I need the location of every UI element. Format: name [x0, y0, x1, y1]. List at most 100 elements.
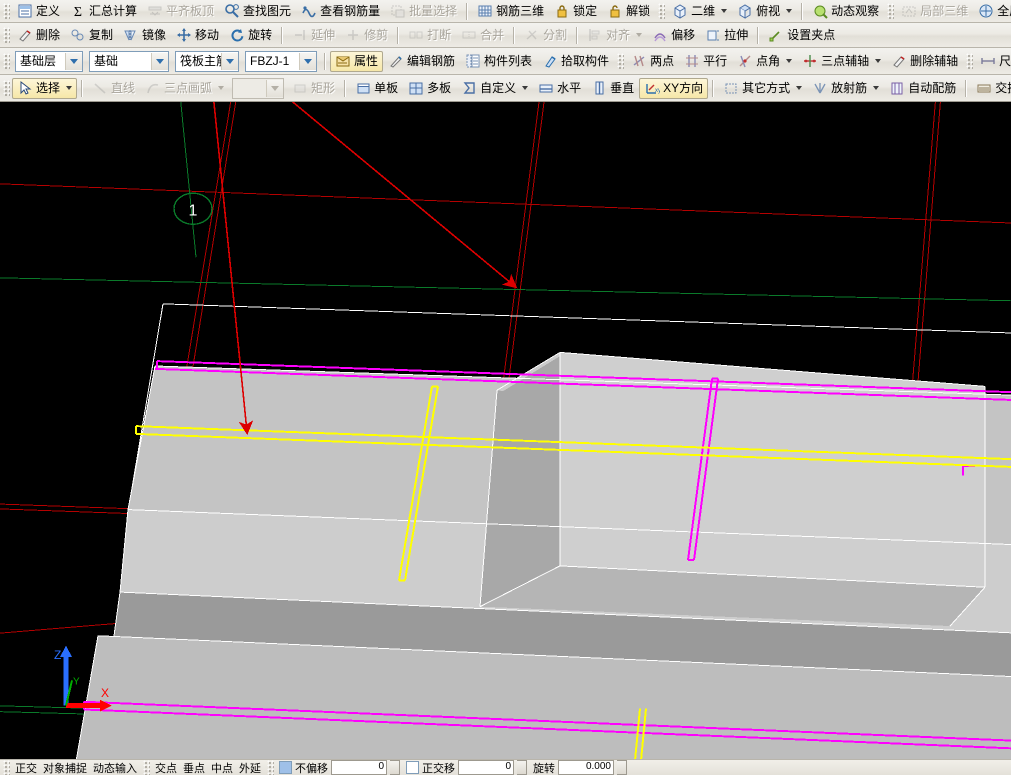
- toolbar-button-set-grip[interactable]: 设置夹点: [763, 25, 840, 46]
- toolbar-button-label: 水平: [557, 80, 582, 95]
- toolbar-button-vertical[interactable]: 垂直: [586, 78, 639, 99]
- toolbar-button-rebar-3d[interactable]: 钢筋三维: [472, 1, 549, 22]
- toolbar-grip[interactable]: [3, 53, 10, 69]
- statusbar-label: 中点: [211, 762, 233, 775]
- chevron-down-icon[interactable]: [796, 86, 803, 90]
- toolbar-button-label: 动态观察: [831, 3, 880, 18]
- toolbar-button-view-rebar-qty[interactable]: 查看钢筋量: [296, 1, 385, 22]
- element-type-combo-dropdown-arrow[interactable]: [221, 52, 238, 70]
- toolbar-button-batch-select: 批量选择: [385, 1, 462, 22]
- toolbar-button-component-list[interactable]: 构件列表: [460, 51, 537, 72]
- category-combo-dropdown-arrow[interactable]: [151, 52, 168, 70]
- toolbar-button-label: 合并: [480, 27, 505, 42]
- toolbar-button-label: 定义: [36, 3, 61, 18]
- toolbar-button-label: 全屏: [997, 3, 1011, 18]
- toolbar-button-swap-label[interactable]: 交换左右标注: [971, 78, 1011, 99]
- statusbar-ortho-offset-mode[interactable]: 正交移 0: [403, 760, 530, 775]
- toolbar-grip[interactable]: [617, 53, 625, 69]
- toolbar-button-parallel[interactable]: 平行: [679, 51, 732, 72]
- toolbar-grip[interactable]: [3, 27, 10, 43]
- toolbar-grip[interactable]: [966, 53, 974, 69]
- toolbar-grip[interactable]: [887, 3, 895, 19]
- statusbar-midpoint-snap[interactable]: 中点: [208, 761, 236, 775]
- toolbar-button-cube-2d[interactable]: 二维: [667, 1, 732, 22]
- toolbar-grip[interactable]: [3, 3, 10, 19]
- toolbar-button-other-method[interactable]: 其它方式: [718, 78, 807, 99]
- toolbar-grip[interactable]: [658, 3, 666, 19]
- toolbar-button-ruler[interactable]: 尺: [975, 51, 1011, 72]
- toolbar-button-horizontal[interactable]: 水平: [533, 78, 586, 99]
- toolbar-button-auto-rebar[interactable]: 自动配筋: [884, 78, 961, 99]
- no-offset-mode-field[interactable]: 0: [331, 760, 387, 775]
- toolbar-button-single-slab[interactable]: 单板: [350, 78, 403, 99]
- chevron-down-icon[interactable]: [721, 9, 728, 13]
- no-offset-mode-checkbox[interactable]: [279, 761, 292, 774]
- rotate-field-field[interactable]: 0.000: [558, 760, 614, 775]
- toolbar-button-unlock[interactable]: 解锁: [602, 1, 655, 22]
- toolbar-button-properties[interactable]: 属性: [330, 50, 384, 72]
- toolbar-grip[interactable]: [3, 80, 10, 96]
- statusbar-object-snap-toggle[interactable]: 对象捕捉: [40, 761, 90, 775]
- no-offset-mode-spinner[interactable]: [390, 760, 400, 775]
- floor-combo-dropdown-arrow[interactable]: [65, 52, 82, 70]
- toolbar-button-move[interactable]: 移动: [171, 25, 224, 46]
- toolbar-button-radial-rebar[interactable]: 放射筋: [807, 78, 884, 99]
- toolbar-button-copy[interactable]: 复制: [65, 25, 118, 46]
- toolbar-button-sigma[interactable]: Σ 汇总计算: [65, 1, 142, 22]
- toolbar-button-multi-slab[interactable]: 多板: [403, 78, 456, 99]
- toolbar-button-rotate[interactable]: 旋转: [224, 25, 277, 46]
- toolbar-button-delete[interactable]: 删除: [12, 25, 65, 46]
- statusbar-perpendicular-snap[interactable]: 垂点: [180, 761, 208, 775]
- toolbar-button-point-angle[interactable]: 点角: [732, 51, 797, 72]
- chevron-down-icon[interactable]: [875, 59, 882, 63]
- toolbar-grip[interactable]: [267, 760, 274, 775]
- ortho-offset-mode-checkbox[interactable]: [406, 761, 419, 774]
- category-combo-value: 基础: [94, 53, 119, 68]
- toolbar-button-find-element[interactable]: 查找图元: [219, 1, 296, 22]
- toolbar-button-cursor-select[interactable]: 选择: [12, 77, 78, 99]
- statusbar-rotate-field[interactable]: 旋转 0.000: [530, 760, 630, 775]
- ortho-offset-mode-field[interactable]: 0: [458, 760, 514, 775]
- toolbar-button-offset[interactable]: 偏移: [647, 25, 700, 46]
- statusbar-intersection-snap[interactable]: 交点: [152, 761, 180, 775]
- toolbar-button-label: 单板: [374, 80, 399, 95]
- toolbar-button-edit-rebar[interactable]: 编辑钢筋: [383, 51, 460, 72]
- chevron-down-icon[interactable]: [66, 86, 73, 90]
- statusbar-extension-snap[interactable]: 外延: [236, 761, 264, 775]
- rotate-field-spinner[interactable]: [617, 760, 627, 775]
- chevron-down-icon[interactable]: [522, 86, 529, 90]
- statusbar-ortho-toggle[interactable]: 正交: [12, 761, 40, 775]
- statusbar-dynamic-input-toggle[interactable]: 动态输入: [90, 761, 140, 775]
- stretch-icon: [705, 27, 721, 43]
- floor-combo[interactable]: 基础层: [15, 50, 83, 72]
- toolbar-button-mirror[interactable]: 镜像: [118, 25, 171, 46]
- toolbar-button-label: 镜像: [142, 27, 167, 42]
- toolbar-grip[interactable]: [143, 760, 150, 775]
- chevron-down-icon[interactable]: [786, 9, 793, 13]
- toolbar-button-define[interactable]: 定义: [12, 1, 65, 22]
- model-viewport[interactable]: 1 C: [0, 102, 1011, 759]
- toolbar-button-custom[interactable]: 自定义: [456, 78, 533, 99]
- chevron-down-icon[interactable]: [873, 86, 880, 90]
- chevron-down-icon[interactable]: [786, 59, 793, 63]
- element-type-combo[interactable]: 筏板主筋: [175, 50, 239, 72]
- component-combo[interactable]: FBZJ-1: [245, 50, 317, 72]
- toolbar-button-top-view[interactable]: 俯视: [732, 1, 797, 22]
- toolbar-button-three-point-axis[interactable]: 三点辅轴: [797, 51, 886, 72]
- component-combo-dropdown-arrow[interactable]: [299, 52, 316, 70]
- 3d-scene[interactable]: 1 C: [0, 102, 1011, 759]
- toolbar-button-label: 垂直: [610, 80, 635, 95]
- category-combo[interactable]: 基础: [89, 50, 169, 72]
- toolbar-button-lock[interactable]: 锁定: [549, 1, 602, 22]
- statusbar-no-offset-mode[interactable]: 不偏移 0: [276, 760, 403, 775]
- toolbar-button-rectangle: 矩形: [287, 78, 340, 99]
- ortho-offset-mode-spinner[interactable]: [517, 760, 527, 775]
- toolbar-button-fullscreen[interactable]: 全屏: [973, 1, 1011, 22]
- toolbar-button-pick-component[interactable]: 拾取构件: [537, 51, 614, 72]
- toolbar-button-delete-axis[interactable]: 删除辅轴: [886, 51, 963, 72]
- toolbar-button-two-point[interactable]: 两点: [626, 51, 679, 72]
- toolbar-button-stretch[interactable]: 拉伸: [700, 25, 753, 46]
- toolbar-grip[interactable]: [3, 760, 10, 775]
- toolbar-button-xy-direction[interactable]: xyXY方向: [639, 77, 709, 99]
- toolbar-button-dynamic-observe[interactable]: 动态观察: [807, 1, 884, 22]
